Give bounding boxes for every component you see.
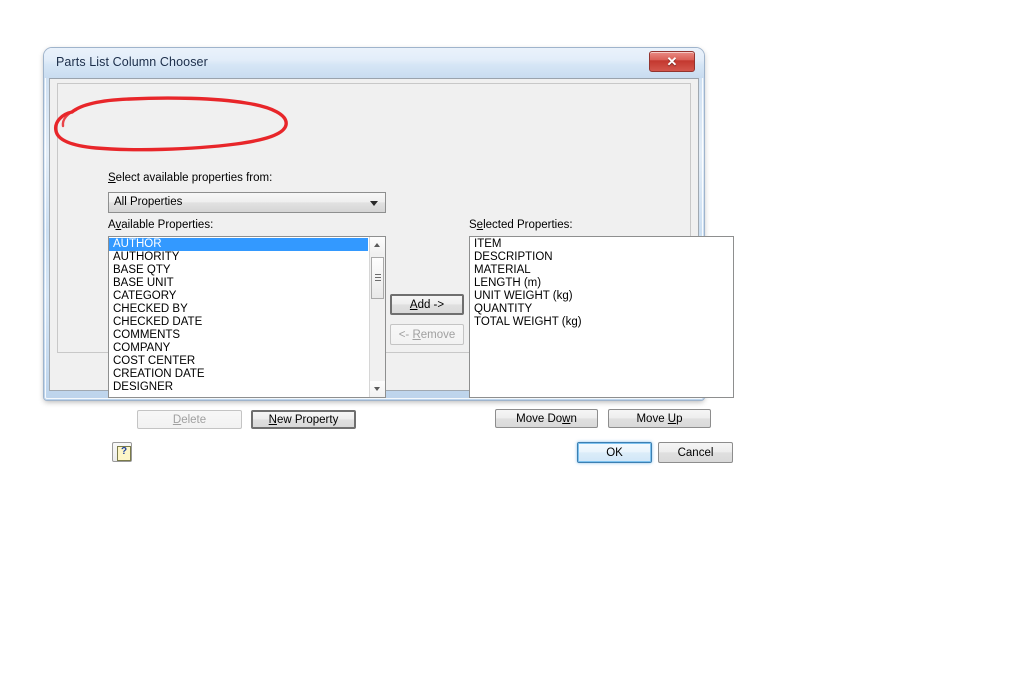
add-accel: A bbox=[409, 298, 418, 311]
dialog-client-area: Select available properties from: All Pr… bbox=[49, 78, 734, 463]
help-question-icon: ? bbox=[117, 446, 131, 461]
scrollbar-grip-icon bbox=[375, 274, 381, 281]
list-item[interactable]: CHECKED BY bbox=[109, 303, 368, 316]
list-item[interactable]: MATERIAL bbox=[470, 264, 733, 277]
move-down-label-post: n bbox=[570, 412, 577, 425]
list-item[interactable]: TOTAL WEIGHT (kg) bbox=[470, 316, 733, 329]
remove-button-label: <- Remove bbox=[399, 329, 456, 341]
move-down-button-label: Move Down bbox=[516, 413, 577, 425]
new-property-accel: N bbox=[268, 413, 277, 426]
dialog-window: Parts List Column Chooser ✕ Select avail… bbox=[44, 48, 734, 463]
ok-button-label: OK bbox=[606, 446, 623, 459]
list-item[interactable]: BASE UNIT bbox=[109, 277, 368, 290]
list-item[interactable]: BASE QTY bbox=[109, 264, 368, 277]
move-down-button[interactable]: Move Down bbox=[495, 409, 598, 428]
available-label-post: ailable Properties: bbox=[121, 219, 214, 231]
help-question-glyph: ? bbox=[120, 446, 128, 457]
available-list-scrollbar[interactable] bbox=[369, 237, 385, 397]
select-from-label: Select available properties from: bbox=[108, 172, 272, 184]
delete-button[interactable]: Delete bbox=[137, 410, 242, 429]
move-up-button-label: Move Up bbox=[636, 413, 682, 425]
add-button-label: Add -> bbox=[410, 299, 444, 311]
new-property-button-label: New Property bbox=[269, 414, 339, 426]
selected-properties-label: Selected Properties: bbox=[469, 219, 573, 231]
list-item[interactable]: DESCRIPTION bbox=[470, 251, 733, 264]
cancel-button[interactable]: Cancel bbox=[658, 442, 733, 463]
delete-accel: D bbox=[172, 413, 182, 426]
list-item[interactable]: UNIT WEIGHT (kg) bbox=[470, 290, 733, 303]
properties-source-combobox[interactable]: All Properties bbox=[108, 192, 386, 213]
move-up-accel: U bbox=[667, 412, 677, 425]
scroll-up-arrow-icon bbox=[374, 243, 380, 247]
available-properties-listbox[interactable]: AUTHOR AUTHORITY BASE QTY BASE UNIT CATEGORY… bbox=[108, 236, 386, 398]
scroll-up-button[interactable] bbox=[370, 237, 385, 253]
close-button[interactable]: ✕ bbox=[649, 51, 695, 72]
new-property-label-post: ew Property bbox=[276, 413, 339, 426]
list-item[interactable]: COMPANY bbox=[109, 342, 368, 355]
list-item[interactable]: LENGTH (m) bbox=[470, 277, 733, 290]
list-item[interactable]: CREATION DATE bbox=[109, 368, 368, 381]
delete-button-label: Delete bbox=[173, 414, 206, 426]
cancel-button-label: Cancel bbox=[677, 446, 714, 459]
scroll-down-button[interactable] bbox=[370, 381, 385, 397]
list-item[interactable]: DESIGNER bbox=[109, 381, 368, 394]
selected-properties-listbox[interactable]: ITEM DESCRIPTION MATERIAL LENGTH (m) UNIT WE… bbox=[469, 236, 734, 398]
move-up-label-post: p bbox=[676, 412, 683, 425]
list-item[interactable]: CATEGORY bbox=[109, 290, 368, 303]
list-item[interactable]: COST CENTER bbox=[109, 355, 368, 368]
add-button[interactable]: Add -> bbox=[390, 294, 464, 315]
move-up-label-pre: Move bbox=[636, 412, 668, 425]
remove-label-post: emove bbox=[420, 328, 456, 341]
window-title: Parts List Column Chooser bbox=[56, 55, 208, 69]
select-from-rest: elect available properties from: bbox=[115, 172, 273, 184]
delete-label-post: elete bbox=[181, 413, 207, 426]
combobox-value: All Properties bbox=[114, 196, 183, 208]
close-x-icon: ✕ bbox=[666, 54, 678, 69]
add-label-post: dd -> bbox=[417, 298, 445, 311]
move-down-label-pre: Move Do bbox=[516, 412, 563, 425]
title-bar[interactable]: Parts List Column Chooser ✕ bbox=[44, 48, 704, 78]
scrollbar-thumb[interactable] bbox=[371, 257, 384, 299]
list-item[interactable]: AUTHOR bbox=[109, 238, 368, 251]
selected-label-pre: S bbox=[469, 219, 477, 231]
available-properties-label: Available Properties: bbox=[108, 219, 213, 231]
move-up-button[interactable]: Move Up bbox=[608, 409, 711, 428]
remove-button[interactable]: <- Remove bbox=[390, 324, 464, 345]
chevron-down-icon[interactable] bbox=[370, 201, 378, 206]
scroll-down-arrow-icon bbox=[374, 387, 380, 391]
remove-accel: R bbox=[412, 328, 421, 341]
selected-list: ITEM DESCRIPTION MATERIAL LENGTH (m) UNIT WE… bbox=[470, 237, 733, 329]
list-item[interactable]: ITEM bbox=[470, 238, 733, 251]
selected-label-post: lected Properties: bbox=[483, 219, 573, 231]
list-item[interactable]: AUTHORITY bbox=[109, 251, 368, 264]
select-from-accel: S bbox=[108, 172, 116, 184]
list-item[interactable]: CHECKED DATE bbox=[109, 316, 368, 329]
new-property-button[interactable]: New Property bbox=[251, 410, 356, 429]
list-item[interactable]: COMMENTS bbox=[109, 329, 368, 342]
available-list: AUTHOR AUTHORITY BASE QTY BASE UNIT CATEGORY… bbox=[109, 237, 368, 394]
list-item[interactable]: QUANTITY bbox=[470, 303, 733, 316]
help-button[interactable]: ? bbox=[112, 442, 132, 462]
remove-label-pre: <- bbox=[398, 328, 413, 341]
ok-button[interactable]: OK bbox=[577, 442, 652, 463]
